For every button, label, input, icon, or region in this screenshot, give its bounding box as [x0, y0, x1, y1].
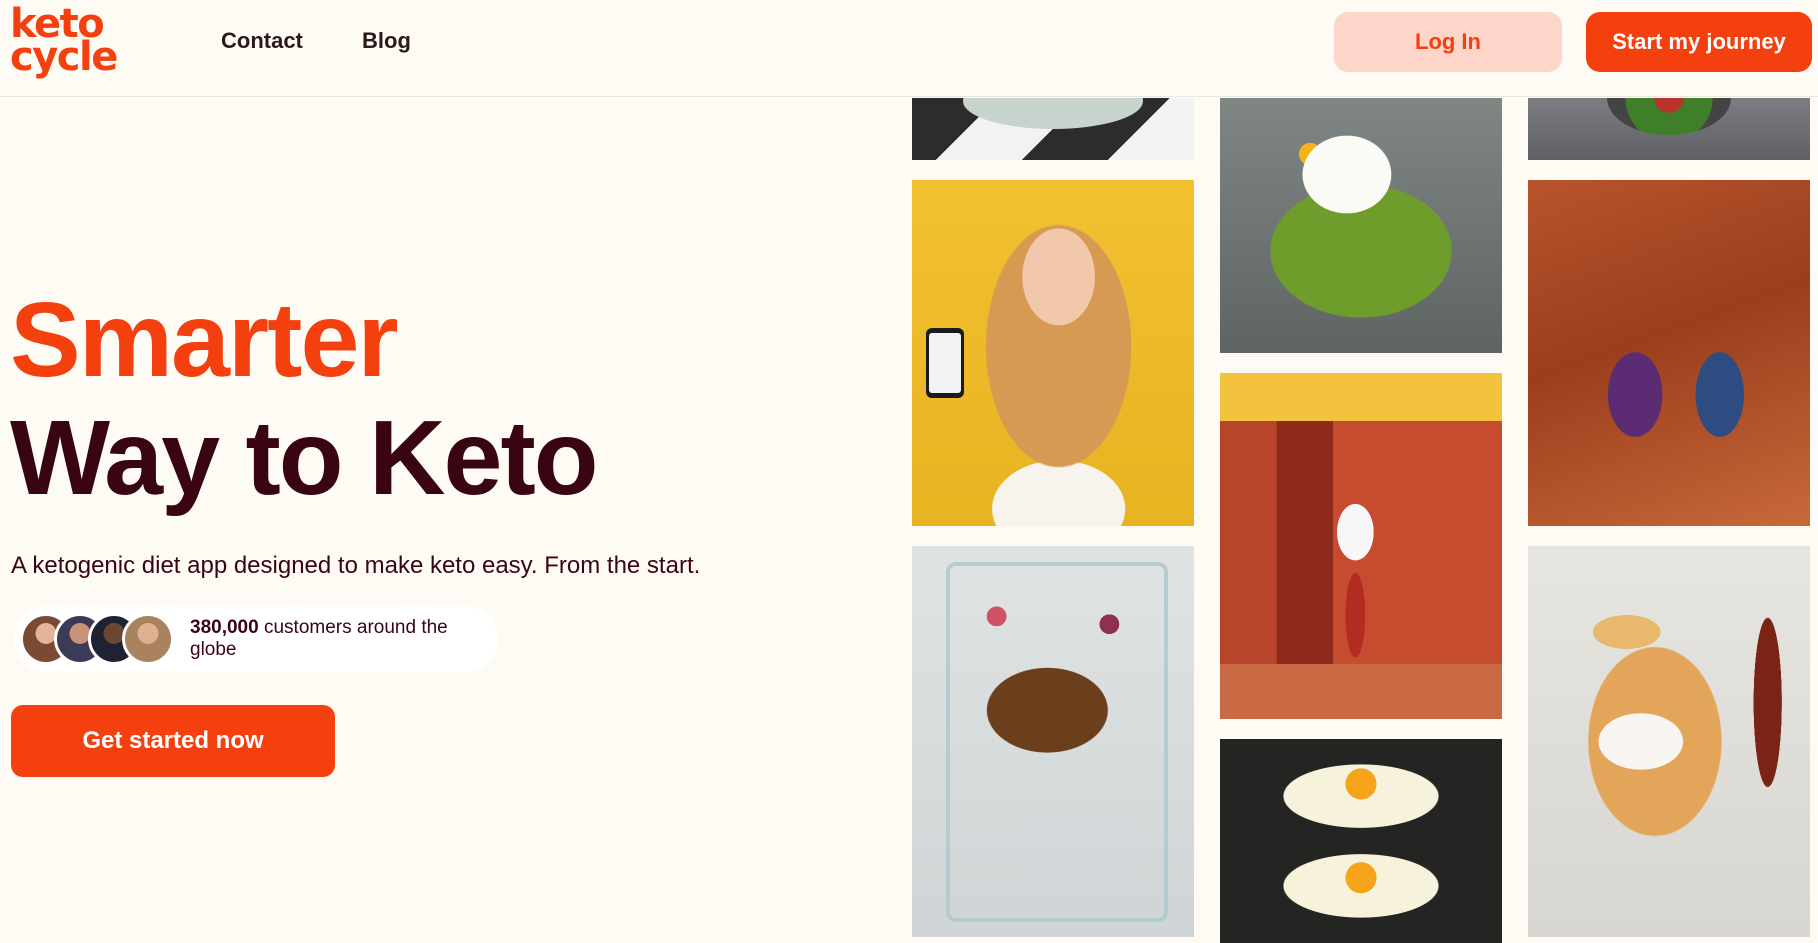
avatar	[122, 613, 174, 665]
nav-blog-link[interactable]: Blog	[362, 28, 411, 54]
woman-at-door-photo	[1220, 373, 1502, 719]
site-header: keto cycle Contact Blog Log In Start my …	[0, 0, 1818, 97]
get-started-button[interactable]: Get started now	[11, 705, 335, 777]
keto-cycle-logo[interactable]: keto cycle	[10, 4, 120, 80]
roast-chicken-photo	[912, 546, 1194, 937]
avocado-toast-egg-photo	[1220, 98, 1502, 353]
logo-line-2: cycle	[10, 33, 118, 80]
start-journey-button[interactable]: Start my journey	[1586, 12, 1812, 72]
nav-contact-link[interactable]: Contact	[221, 28, 303, 54]
hero-title-line-1: Smarter	[10, 281, 399, 399]
woman-with-app-photo	[912, 180, 1194, 526]
hero-title-line-2: Way to Keto	[10, 399, 599, 517]
fried-eggs-photo	[1220, 739, 1502, 943]
salad-photo	[1528, 98, 1810, 160]
social-proof-badge: 380,000 customers around the globe	[14, 606, 498, 672]
customer-avatars	[20, 613, 174, 665]
customer-count: 380,000	[190, 617, 259, 638]
pancakes-bacon-photo	[1528, 546, 1810, 937]
bowl-photo	[912, 98, 1194, 160]
hero-subtitle: A ketogenic diet app designed to make ke…	[11, 552, 701, 579]
customer-count-text: 380,000 customers around the globe	[190, 617, 498, 661]
phone-icon	[926, 328, 964, 398]
login-button[interactable]: Log In	[1334, 12, 1562, 72]
couple-on-rocks-photo	[1528, 180, 1810, 526]
